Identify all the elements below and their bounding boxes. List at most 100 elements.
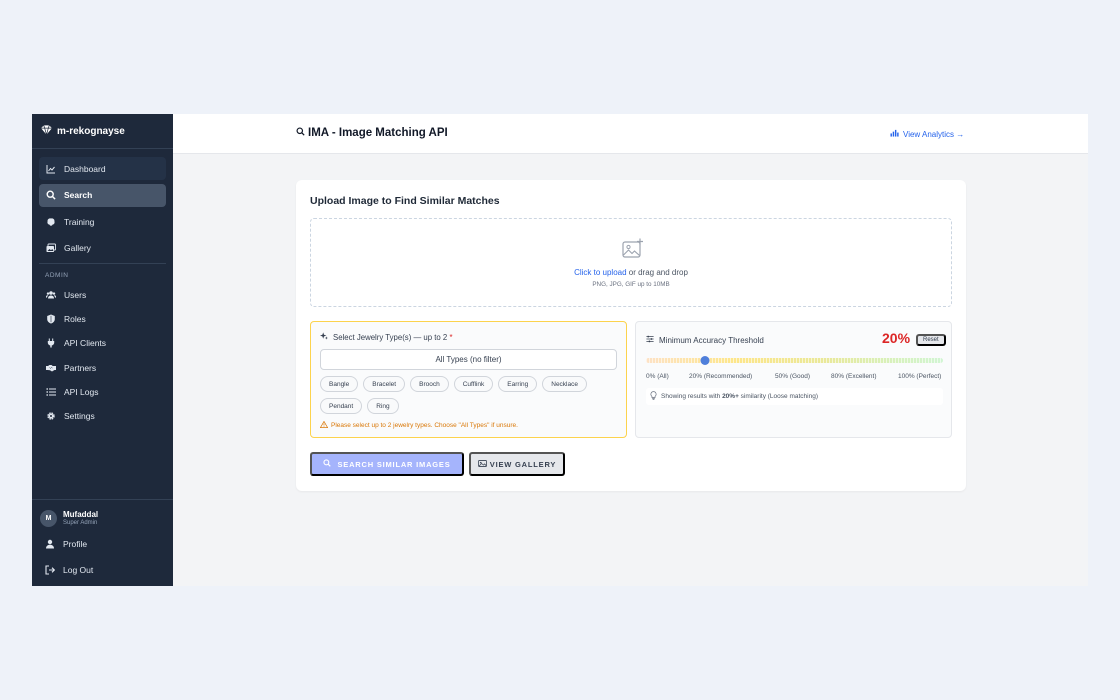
accuracy-panel: Minimum Accuracy Threshold 20% Reset 0% … bbox=[635, 321, 952, 438]
main-content: IMA - Image Matching API View Analytics … bbox=[173, 114, 1088, 586]
slider-thumb[interactable] bbox=[700, 356, 710, 365]
list-icon bbox=[46, 387, 56, 397]
sidebar-item-api-logs[interactable]: API Logs bbox=[39, 382, 166, 402]
sidebar-item-partners[interactable]: Partners bbox=[39, 358, 166, 378]
sidebar-item-label: Roles bbox=[64, 314, 86, 325]
profile-link[interactable]: Profile bbox=[40, 534, 165, 554]
sliders-icon bbox=[646, 335, 654, 345]
dropzone-text: Click to upload or drag and drop bbox=[311, 268, 951, 277]
view-analytics-link[interactable]: View Analytics → bbox=[890, 129, 964, 139]
user-info[interactable]: M Mufaddal Super Admin bbox=[40, 508, 165, 528]
scale-label: 20% (Recommended) bbox=[689, 373, 753, 380]
nav-divider bbox=[39, 263, 166, 264]
search-similar-label: SEARCH SIMILAR IMAGES bbox=[337, 459, 451, 469]
sidebar-item-label: Partners bbox=[64, 362, 97, 373]
logout-icon bbox=[45, 565, 55, 575]
chart-line-icon bbox=[46, 164, 56, 174]
diamond-icon bbox=[41, 122, 52, 140]
image-icon bbox=[477, 459, 487, 469]
upload-card-title: Upload Image to Find Similar Matches bbox=[310, 195, 500, 207]
chip-brooch[interactable]: Brooch bbox=[410, 376, 449, 392]
admin-section-label: ADMIN bbox=[45, 272, 69, 279]
click-to-upload-link[interactable]: Click to upload bbox=[574, 268, 626, 277]
gear-icon bbox=[46, 411, 56, 421]
sidebar-item-label: Gallery bbox=[64, 243, 91, 253]
chip-bangle[interactable]: Bangle bbox=[320, 376, 359, 392]
sidebar-item-api-clients[interactable]: API Clients bbox=[39, 333, 166, 353]
logout-link[interactable]: Log Out bbox=[40, 560, 165, 580]
search-similar-button[interactable]: SEARCH SIMILAR IMAGES bbox=[310, 452, 464, 476]
sidebar-item-roles[interactable]: Roles bbox=[39, 309, 166, 329]
user-role: Super Admin bbox=[63, 519, 98, 526]
users-icon bbox=[46, 290, 56, 300]
view-gallery-button[interactable]: VIEW GALLERY bbox=[469, 452, 565, 476]
view-analytics-label: View Analytics → bbox=[903, 129, 965, 139]
info-suffix: similarity (Loose matching) bbox=[738, 393, 818, 400]
image-add-icon bbox=[622, 238, 644, 264]
page-title-text: IMA - Image Matching API bbox=[308, 127, 448, 139]
image-dropzone[interactable]: Click to upload or drag and drop PNG, JP… bbox=[310, 218, 952, 307]
sidebar-item-label: Search bbox=[64, 190, 93, 200]
sidebar-item-search[interactable]: Search bbox=[39, 183, 166, 207]
topbar: IMA - Image Matching API View Analytics … bbox=[173, 114, 1088, 154]
user-text: Mufaddal Super Admin bbox=[63, 510, 98, 527]
jewelry-type-label: Select Jewelry Type(s) — up to 2 * bbox=[320, 332, 452, 342]
plug-icon bbox=[46, 338, 56, 348]
all-types-button[interactable]: All Types (no filter) bbox=[320, 349, 617, 370]
app-window: m-rekognayse Dashboard Search Training G… bbox=[32, 114, 1088, 586]
chip-earring[interactable]: Earring bbox=[498, 376, 538, 392]
sidebar-item-label: Users bbox=[64, 290, 87, 300]
lightbulb-icon bbox=[650, 391, 657, 402]
user-icon bbox=[45, 539, 55, 549]
sidebar-item-training[interactable]: Training bbox=[39, 210, 166, 233]
main-nav: Dashboard Search Training Gallery ADMIN … bbox=[32, 149, 173, 426]
scale-label: 100% (Perfect) bbox=[898, 373, 942, 380]
sidebar-item-label: API Logs bbox=[64, 386, 99, 397]
search-icon bbox=[46, 190, 56, 200]
search-icon bbox=[296, 127, 305, 139]
sidebar-item-users[interactable]: Users bbox=[39, 285, 166, 305]
upload-card: Upload Image to Find Similar Matches Cli… bbox=[296, 180, 966, 491]
drag-drop-text: or drag and drop bbox=[626, 268, 688, 277]
avatar: M bbox=[40, 509, 57, 527]
file-type-hint: PNG, JPG, GIF up to 10MB bbox=[592, 281, 670, 288]
sidebar-item-dashboard[interactable]: Dashboard bbox=[39, 157, 166, 180]
chip-ring[interactable]: Ring bbox=[367, 398, 399, 414]
bar-chart-icon bbox=[890, 129, 899, 139]
sidebar-item-label: Dashboard bbox=[64, 163, 106, 174]
info-bold: 20%+ bbox=[722, 393, 739, 400]
accuracy-slider[interactable] bbox=[646, 356, 943, 365]
accuracy-label-text: Minimum Accuracy Threshold bbox=[659, 335, 764, 345]
reset-button[interactable]: Reset bbox=[916, 334, 946, 346]
jewelry-type-chips: Bangle Bracelet Brooch Cufflink Earring … bbox=[320, 376, 620, 414]
chip-pendant[interactable]: Pendant bbox=[320, 398, 363, 414]
logout-label: Log Out bbox=[63, 565, 94, 575]
required-mark: * bbox=[449, 332, 453, 342]
search-icon bbox=[323, 459, 332, 469]
chip-necklace[interactable]: Necklace bbox=[542, 376, 587, 392]
page-title: IMA - Image Matching API bbox=[296, 127, 448, 139]
user-block: M Mufaddal Super Admin Profile Log Out bbox=[32, 499, 173, 580]
sidebar-item-label: Settings bbox=[64, 410, 95, 421]
images-icon bbox=[46, 243, 56, 253]
accuracy-info: Showing results with 20%+ similarity (Lo… bbox=[646, 388, 943, 405]
scale-label: 0% (All) bbox=[646, 373, 669, 380]
sidebar: m-rekognayse Dashboard Search Training G… bbox=[32, 114, 173, 586]
chip-bracelet[interactable]: Bracelet bbox=[363, 376, 406, 392]
jewelry-type-label-text: Select Jewelry Type(s) — up to 2 bbox=[333, 332, 448, 342]
chip-cufflink[interactable]: Cufflink bbox=[453, 376, 494, 392]
profile-label: Profile bbox=[63, 539, 88, 549]
jewelry-type-panel: Select Jewelry Type(s) — up to 2 * All T… bbox=[310, 321, 627, 438]
warning-icon bbox=[319, 420, 329, 430]
admin-nav: Users Roles API Clients Partners API Log… bbox=[39, 285, 166, 426]
sidebar-item-settings[interactable]: Settings bbox=[39, 406, 166, 426]
brain-icon bbox=[46, 217, 56, 227]
sidebar-item-label: API Clients bbox=[64, 338, 107, 349]
scale-label: 50% (Good) bbox=[775, 373, 811, 380]
view-gallery-label: VIEW GALLERY bbox=[489, 459, 557, 469]
sidebar-item-gallery[interactable]: Gallery bbox=[39, 237, 166, 260]
jewelry-warning-text: Please select up to 2 jewelry types. Cho… bbox=[331, 422, 518, 429]
info-prefix: Showing results with bbox=[661, 393, 723, 400]
accuracy-value: 20% bbox=[882, 330, 911, 346]
brand[interactable]: m-rekognayse bbox=[32, 114, 173, 149]
